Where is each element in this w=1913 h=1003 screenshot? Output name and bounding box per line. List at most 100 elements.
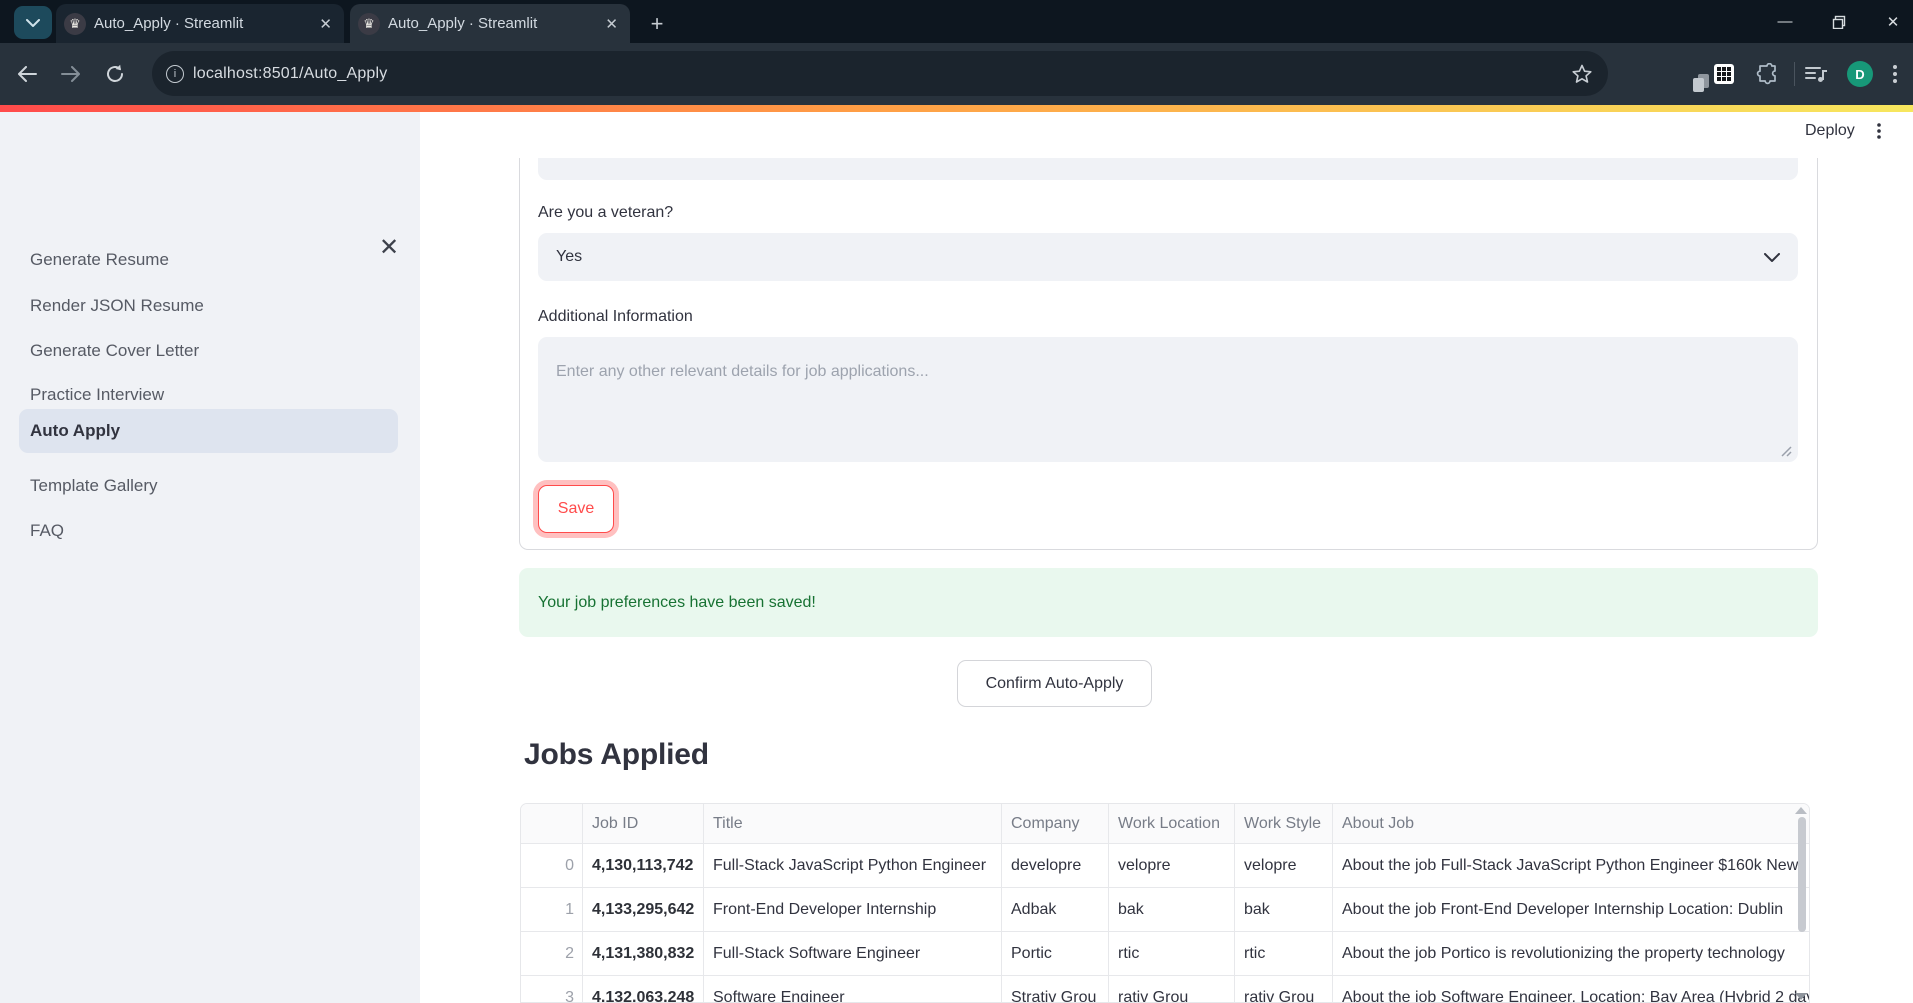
additional-info-label: Additional Information [538, 308, 693, 325]
cell-job-id[interactable]: 4,132,063,248 [583, 976, 704, 1002]
cell-about-job[interactable]: About the job Portico is revolutionizing… [1333, 932, 1809, 976]
sidebar-item-generate-resume[interactable]: Generate Resume [19, 238, 398, 282]
browser-menu-icon[interactable] [1893, 65, 1897, 83]
cell-work-style[interactable]: velopre [1235, 844, 1333, 888]
cell-work-style[interactable]: bak [1235, 888, 1333, 932]
cell-company[interactable]: Portic [1002, 932, 1109, 976]
success-alert: Your job preferences have been saved! [519, 568, 1818, 637]
success-alert-text: Your job preferences have been saved! [538, 593, 816, 611]
restore-button[interactable] [1827, 10, 1851, 34]
browser-titlebar: ♛ Auto_Apply · Streamlit ✕ ♛ Auto_Apply … [0, 0, 1913, 43]
cell-work-style[interactable]: rtic [1235, 932, 1333, 976]
sidebar-item-label: FAQ [30, 521, 65, 540]
back-button[interactable] [10, 57, 44, 91]
sidebar-item-faq[interactable]: FAQ [19, 509, 398, 553]
browser-tab-2-active[interactable]: ♛ Auto_Apply · Streamlit ✕ [350, 4, 630, 43]
profile-avatar[interactable]: D [1847, 61, 1873, 87]
resize-handle-icon[interactable] [1780, 445, 1792, 457]
scrollbar-up-arrow-icon[interactable] [1795, 807, 1807, 814]
bookmark-star-icon[interactable] [1572, 64, 1592, 84]
close-window-button[interactable]: ✕ [1881, 10, 1905, 34]
column-header-about-job[interactable]: About Job [1333, 804, 1809, 844]
cell-job-id[interactable]: 4,130,113,742 [583, 844, 704, 888]
minimize-button[interactable]: — [1773, 10, 1797, 34]
cell-title[interactable]: Full-Stack Software Engineer [704, 932, 1002, 976]
cell-work-location[interactable]: rtic [1109, 932, 1235, 976]
cell-company[interactable]: Adbak [1002, 888, 1109, 932]
app-header-actions: Deploy [1805, 122, 1881, 140]
toolbar-separator [1794, 62, 1795, 86]
streamlit-favicon: ♛ [358, 12, 380, 35]
cell-work-style[interactable]: rativ Grou [1235, 976, 1333, 1002]
cell-work-location[interactable]: velopre [1109, 844, 1235, 888]
chevron-down-icon [26, 18, 40, 27]
jobs-applied-heading: Jobs Applied [524, 738, 709, 771]
new-tab-button[interactable]: + [643, 10, 671, 38]
confirm-auto-apply-button[interactable]: Confirm Auto-Apply [957, 660, 1152, 707]
scrollbar-down-arrow-icon[interactable] [1795, 993, 1807, 1000]
sidebar-item-label: Auto Apply [30, 421, 121, 440]
tab-title: Auto_Apply · Streamlit [94, 15, 244, 32]
app-menu-icon[interactable] [1877, 123, 1881, 139]
cell-work-location[interactable]: bak [1109, 888, 1235, 932]
media-controls-icon[interactable] [1805, 65, 1827, 83]
sidebar-item-generate-cover-letter[interactable]: Generate Cover Letter [19, 329, 398, 373]
forward-button[interactable] [54, 57, 88, 91]
cell-title[interactable]: Full-Stack JavaScript Python Engineer [704, 844, 1002, 888]
cell-work-location[interactable]: rativ Grou [1109, 976, 1235, 1002]
browser-tab-1[interactable]: ♛ Auto_Apply · Streamlit ✕ [56, 4, 344, 43]
veteran-select-value: Yes [556, 248, 583, 265]
cell-job-id[interactable]: 4,133,295,642 [583, 888, 704, 932]
column-header-title[interactable]: Title [704, 804, 1002, 844]
grid-extension-icon[interactable] [1714, 64, 1734, 84]
deploy-button[interactable]: Deploy [1805, 122, 1855, 140]
tab-search-button[interactable] [14, 6, 52, 39]
cell-job-id[interactable]: 4,131,380,832 [583, 932, 704, 976]
veteran-select[interactable]: Yes [538, 233, 1798, 281]
cell-about-job[interactable]: About the job Front-End Developer Intern… [1333, 888, 1809, 932]
sidebar-item-template-gallery[interactable]: Template Gallery [19, 464, 398, 508]
jobs-table[interactable]: Job ID Title Company Work Location Work … [520, 803, 1810, 1003]
site-info-icon[interactable]: i [166, 64, 184, 83]
table-row[interactable]: 1 4,133,295,642 Front-End Developer Inte… [521, 888, 1809, 932]
sidebar: ✕ Generate Resume Render JSON Resume Gen… [0, 112, 420, 1003]
table-row[interactable]: 0 4,130,113,742 Full-Stack JavaScript Py… [521, 844, 1809, 888]
veteran-label: Are you a veteran? [538, 204, 674, 221]
column-header-company[interactable]: Company [1002, 804, 1109, 844]
extensions-puzzle-icon[interactable] [1756, 63, 1778, 85]
sidebar-item-label: Render JSON Resume [30, 296, 204, 315]
tab-close-icon[interactable]: ✕ [313, 15, 344, 33]
column-header-job-id[interactable]: Job ID [583, 804, 704, 844]
column-header-work-style[interactable]: Work Style [1235, 804, 1333, 844]
window-controls: — ✕ [1773, 0, 1905, 43]
sidebar-item-auto-apply[interactable]: Auto Apply [19, 409, 398, 453]
sidebar-item-label: Generate Cover Letter [30, 341, 200, 360]
cell-about-job[interactable]: About the job Full-Stack JavaScript Pyth… [1333, 844, 1809, 888]
address-bar[interactable]: i localhost:8501/Auto_Apply [152, 51, 1608, 96]
streamlit-decoration-bar [0, 105, 1913, 112]
table-header-row: Job ID Title Company Work Location Work … [521, 804, 1809, 844]
table-row[interactable]: 3 4,132,063,248 Software Engineer Strati… [521, 976, 1809, 1003]
save-button[interactable]: Save [538, 485, 614, 533]
index-column-header[interactable] [521, 804, 583, 844]
cell-company[interactable]: developre [1002, 844, 1109, 888]
screen: ♛ Auto_Apply · Streamlit ✕ ♛ Auto_Apply … [0, 0, 1913, 1003]
table-row[interactable]: 2 4,131,380,832 Full-Stack Software Engi… [521, 932, 1809, 976]
cell-title[interactable]: Front-End Developer Internship [704, 888, 1002, 932]
additional-info-textarea-wrap [538, 337, 1798, 462]
table-scrollbar[interactable] [1798, 817, 1806, 932]
column-header-work-location[interactable]: Work Location [1109, 804, 1235, 844]
streamlit-favicon: ♛ [64, 12, 86, 35]
chevron-down-icon [1764, 252, 1780, 262]
sidebar-item-label: Practice Interview [30, 385, 165, 404]
sidebar-item-render-json-resume[interactable]: Render JSON Resume [19, 284, 398, 328]
cell-company[interactable]: Strativ Grou [1002, 976, 1109, 1002]
row-index: 0 [521, 844, 583, 888]
clipped-input-bottom[interactable] [538, 158, 1798, 180]
reload-button[interactable] [98, 57, 132, 91]
cell-about-job[interactable]: About the job Software Engineer, Locatio… [1333, 976, 1809, 1003]
cell-title[interactable]: Software Engineer [704, 976, 1002, 1002]
additional-info-textarea[interactable] [556, 363, 1780, 436]
sidebar-item-label: Generate Resume [30, 250, 169, 269]
tab-close-icon[interactable]: ✕ [599, 15, 630, 33]
